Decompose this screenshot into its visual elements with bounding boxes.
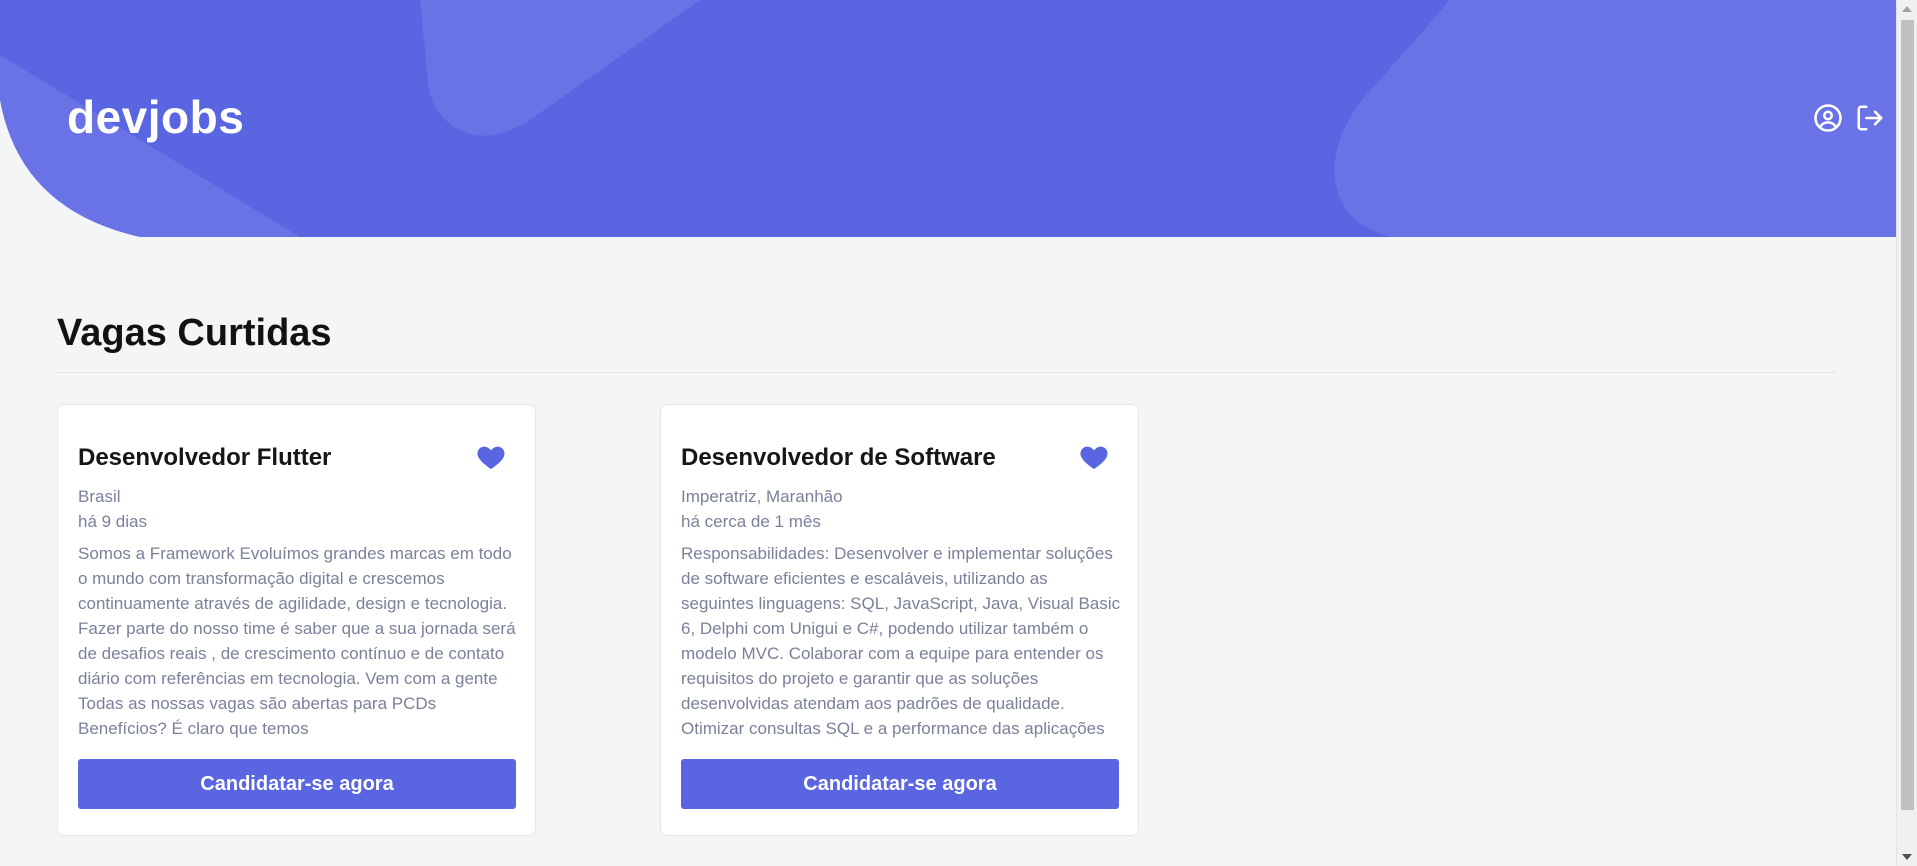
job-description: Responsabilidades: Desenvolver e impleme… bbox=[681, 544, 1121, 738]
job-title[interactable]: Desenvolvedor Flutter bbox=[78, 444, 331, 472]
scrollbar-thumb[interactable] bbox=[1901, 20, 1914, 810]
brand-logo[interactable]: devjobs bbox=[67, 90, 244, 144]
logout-icon bbox=[1857, 105, 1883, 131]
job-description: Somos a Framework Evoluímos grandes marc… bbox=[78, 544, 516, 738]
job-posted-time: há 9 dias bbox=[78, 512, 147, 531]
profile-button[interactable] bbox=[1812, 102, 1844, 134]
scroll-up-arrow-icon[interactable] bbox=[1902, 6, 1912, 12]
heart-icon bbox=[1080, 446, 1108, 469]
job-location: Brasil bbox=[78, 487, 121, 506]
job-card: Desenvolvedor Flutter Brasil há 9 dias S… bbox=[57, 404, 536, 836]
user-circle-icon bbox=[1814, 104, 1842, 132]
page-header: devjobs bbox=[0, 0, 1896, 237]
favorite-button[interactable] bbox=[1078, 441, 1110, 473]
header-actions bbox=[1812, 102, 1886, 134]
apply-button[interactable]: Candidatar-se agora bbox=[681, 759, 1119, 809]
heart-icon bbox=[477, 446, 505, 469]
job-card: Desenvolvedor de Software Imperatriz, Ma… bbox=[660, 404, 1139, 836]
page-title: Vagas Curtidas bbox=[57, 312, 332, 354]
scroll-down-arrow-icon[interactable] bbox=[1902, 854, 1912, 860]
favorite-button[interactable] bbox=[475, 441, 507, 473]
job-location: Imperatriz, Maranhão bbox=[681, 487, 843, 506]
logout-button[interactable] bbox=[1854, 102, 1886, 134]
job-posted-time: há cerca de 1 mês bbox=[681, 512, 821, 531]
app-viewport: devjobs Vagas Curtidas Desenvolvedor Flu… bbox=[0, 0, 1917, 866]
apply-button[interactable]: Candidatar-se agora bbox=[78, 759, 516, 809]
header-decoration bbox=[0, 0, 1896, 237]
job-title[interactable]: Desenvolvedor de Software bbox=[681, 444, 996, 472]
title-divider bbox=[57, 372, 1835, 373]
vertical-scrollbar[interactable] bbox=[1896, 0, 1917, 866]
